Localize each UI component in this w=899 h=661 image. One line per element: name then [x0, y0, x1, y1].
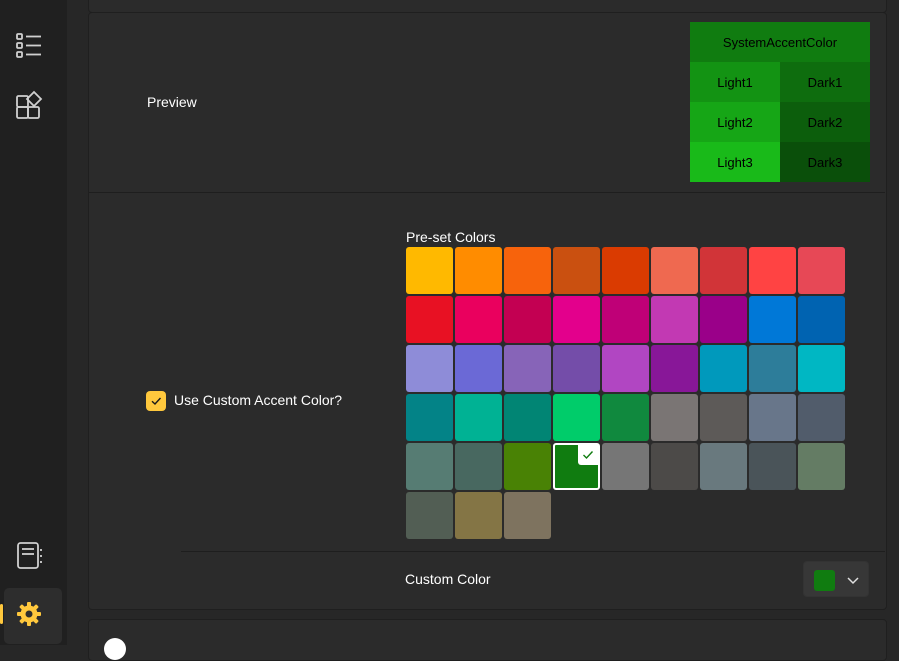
color-swatch[interactable] — [504, 345, 551, 392]
list-icon[interactable] — [12, 28, 46, 62]
notebook-icon[interactable] — [12, 538, 46, 572]
color-swatch[interactable] — [700, 247, 747, 294]
system-accent-color-text: SystemAccentColor — [722, 34, 838, 50]
color-swatch[interactable] — [455, 443, 502, 490]
color-swatch[interactable] — [504, 394, 551, 441]
color-swatch[interactable] — [406, 345, 453, 392]
dark2-cell: Dark2 — [780, 102, 870, 142]
dark2-text: Dark2 — [807, 114, 843, 130]
settings-card-below — [88, 619, 887, 661]
color-swatch[interactable] — [651, 296, 698, 343]
color-swatch[interactable] — [798, 296, 845, 343]
color-swatch[interactable] — [651, 443, 698, 490]
color-swatch[interactable] — [700, 394, 747, 441]
dark3-text: Dark3 — [807, 154, 843, 170]
color-swatch[interactable] — [406, 296, 453, 343]
system-accent-color-cell: SystemAccentColor — [690, 22, 870, 62]
custom-color-dropdown[interactable] — [803, 561, 869, 597]
dark1-text: Dark1 — [807, 74, 843, 90]
color-swatch[interactable] — [504, 443, 551, 490]
color-swatch[interactable] — [651, 394, 698, 441]
light2-text: Light2 — [717, 114, 753, 130]
color-swatch[interactable] — [406, 443, 453, 490]
use-custom-accent-label[interactable]: Use Custom Accent Color? — [174, 392, 342, 408]
light3-text: Light3 — [717, 154, 753, 170]
color-swatch[interactable] — [504, 296, 551, 343]
color-swatch[interactable] — [602, 394, 649, 441]
color-swatch[interactable] — [749, 394, 796, 441]
section-divider — [181, 551, 885, 552]
custom-color-label: Custom Color — [405, 571, 491, 587]
color-swatch[interactable] — [798, 345, 845, 392]
color-swatch[interactable] — [651, 247, 698, 294]
color-swatch[interactable] — [749, 296, 796, 343]
selection-indicator — [0, 604, 3, 624]
custom-color-swatch — [814, 570, 835, 591]
color-swatch[interactable] — [553, 394, 600, 441]
color-swatch[interactable] — [406, 247, 453, 294]
color-swatch[interactable] — [798, 247, 845, 294]
color-swatch[interactable] — [553, 296, 600, 343]
color-swatch[interactable] — [455, 345, 502, 392]
color-swatch[interactable] — [504, 492, 551, 539]
settings-gear-icon[interactable] — [12, 597, 46, 631]
preview-label: Preview — [147, 94, 197, 110]
chevron-down-icon — [847, 577, 859, 585]
preset-colors-title: Pre-set Colors — [406, 229, 496, 245]
color-swatch[interactable] — [504, 247, 551, 294]
color-swatch[interactable] — [602, 443, 649, 490]
checkmark-icon — [151, 397, 162, 405]
color-swatch[interactable] — [700, 345, 747, 392]
color-swatch[interactable] — [406, 394, 453, 441]
color-swatch[interactable] — [455, 492, 502, 539]
selected-check-icon — [578, 445, 598, 465]
color-swatch[interactable] — [651, 345, 698, 392]
dark1-cell: Dark1 — [780, 62, 870, 102]
light1-cell: Light1 — [690, 62, 780, 102]
color-swatch[interactable] — [798, 443, 845, 490]
color-swatch[interactable] — [602, 345, 649, 392]
color-swatch[interactable] — [406, 492, 453, 539]
color-swatch[interactable] — [553, 345, 600, 392]
color-swatch[interactable] — [602, 247, 649, 294]
color-swatch[interactable] — [749, 345, 796, 392]
color-swatch[interactable] — [553, 247, 600, 294]
color-swatch[interactable] — [455, 296, 502, 343]
color-swatch[interactable] — [749, 443, 796, 490]
light1-text: Light1 — [717, 74, 753, 90]
color-swatch[interactable] — [602, 296, 649, 343]
color-swatch[interactable] — [749, 247, 796, 294]
apps-add-icon[interactable] — [12, 88, 46, 122]
light2-cell: Light2 — [690, 102, 780, 142]
dark3-cell: Dark3 — [780, 142, 870, 182]
color-swatch[interactable] — [455, 247, 502, 294]
light3-cell: Light3 — [690, 142, 780, 182]
section-divider — [89, 192, 885, 193]
color-swatch[interactable] — [455, 394, 502, 441]
use-custom-accent-checkbox[interactable] — [146, 391, 166, 411]
accent-preview-grid: SystemAccentColor Light1 Dark1 Light2 Da… — [690, 22, 870, 182]
info-icon — [104, 638, 126, 660]
color-swatch-selected[interactable] — [553, 443, 600, 490]
color-swatch[interactable] — [700, 443, 747, 490]
color-swatch[interactable] — [700, 296, 747, 343]
navigation-sidebar — [0, 0, 67, 645]
color-swatch[interactable] — [798, 394, 845, 441]
